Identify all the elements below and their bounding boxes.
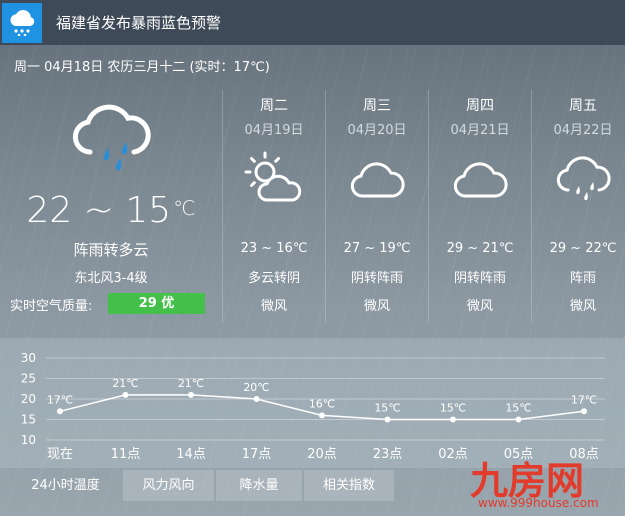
data-point (122, 391, 129, 398)
forecast-day[interactable]: 周四 04月21日 29 ~ 21℃ 阴转阵雨 微风 (428, 90, 531, 322)
x-tick-label: 23点 (373, 447, 403, 462)
x-tick-label: 02点 (438, 447, 468, 462)
forecast-day[interactable]: 周三 04月20日 27 ~ 19℃ 阴转阵雨 微风 (325, 90, 428, 322)
forecast-day-date: 04月21日 (450, 123, 510, 138)
forecast-day-date: 04月22日 (553, 123, 613, 138)
today-wind: 东北风3-4级 (74, 271, 148, 286)
data-label: 15℃ (505, 402, 531, 415)
y-tick-label: 20 (21, 392, 36, 406)
cloud-icon (326, 150, 428, 206)
data-label: 21℃ (112, 377, 138, 390)
x-tick-label: 11点 (111, 447, 141, 462)
forecast-day[interactable]: 周二 04月19日 23 ~ 16℃ 多云转阴 微风 (222, 90, 325, 322)
cloud-rain-icon (68, 102, 154, 178)
tab-indices[interactable]: 相关指数 (304, 470, 394, 501)
data-label: 15℃ (374, 402, 400, 415)
data-point (319, 412, 325, 419)
forecast-day-wind: 微风 (260, 299, 287, 314)
forecast-day-wind: 微风 (569, 299, 596, 314)
today-temp-range: 22 ~ 15 (26, 190, 172, 231)
data-label: 15℃ (440, 402, 466, 415)
forecast-day-name: 周五 (569, 98, 597, 114)
watermark-url: www.999house.com (478, 496, 599, 510)
forecast-day-desc: 阴转阵雨 (350, 271, 403, 286)
tab-24h-temperature[interactable]: 24小时温度 (10, 470, 121, 501)
forecast-day-desc: 阵雨 (569, 271, 596, 286)
y-tick-label: 25 (21, 372, 36, 386)
forecast-day[interactable]: 周五 04月22日 29 ~ 22℃ 阵雨 微风 (531, 90, 625, 322)
forecast-day-wind: 微风 (466, 299, 493, 314)
forecast-day-date: 04月20日 (347, 123, 407, 138)
alert-title[interactable]: 福建省发布暴雨蓝色预警 (56, 12, 221, 33)
current-date-line: 周一 04月18日 农历三月十二 (实时：17℃) (14, 60, 270, 75)
data-point (253, 396, 260, 402)
forecast-day-temp: 29 ~ 22℃ (549, 241, 617, 256)
aqi-label: 实时空气质量: (10, 299, 93, 314)
data-label: 20℃ (243, 381, 269, 394)
data-point (384, 416, 391, 423)
temperature-chart: 10 15 20 25 30 17℃ 21℃ 21℃ 20℃ 16℃ 15℃ 15℃ 15℃ 17℃ 现在 1… (21, 351, 605, 462)
x-tick-label: 17点 (242, 447, 272, 462)
forecast-day-desc: 阴转阵雨 (453, 271, 506, 286)
forecast-day-temp: 27 ~ 19℃ (343, 241, 411, 256)
data-point (57, 408, 63, 415)
y-tick-label: 10 (21, 433, 36, 447)
x-tick-label: 20点 (307, 447, 337, 462)
y-tick-label: 30 (21, 351, 36, 365)
forecast-day-name: 周四 (466, 98, 494, 114)
data-label: 16℃ (309, 397, 335, 410)
data-point (188, 391, 194, 398)
forecast-day-date: 04月19日 (244, 123, 304, 138)
chart-tabs: 24小时温度 风力风向 降水量 相关指数 (10, 470, 396, 501)
forecast-day-wind: 微风 (363, 299, 390, 314)
aqi-badge[interactable]: 29 优 (108, 293, 205, 314)
data-label: 17℃ (571, 393, 597, 406)
alert-bar[interactable]: 福建省发布暴雨蓝色预警 (0, 0, 625, 45)
cloud-rain-icon (532, 150, 625, 206)
forecast-day-name: 周三 (363, 98, 391, 114)
data-label: 21℃ (178, 377, 204, 390)
x-tick-label: 14点 (176, 447, 206, 462)
temp-unit: ℃ (173, 196, 196, 220)
data-point (581, 408, 587, 415)
tab-wind[interactable]: 风力风向 (123, 470, 214, 501)
forecast-day-desc: 多云转阴 (247, 271, 300, 286)
x-tick-label: 现在 (47, 447, 73, 462)
today-temperature: 22 ~ 15 ℃ (0, 190, 222, 231)
forecast-day-name: 周二 (260, 98, 288, 114)
data-point (515, 416, 522, 423)
cloud-icon (429, 150, 531, 206)
data-label: 17℃ (47, 393, 73, 406)
rain-cloud-icon (2, 2, 42, 43)
y-tick-label: 15 (21, 413, 36, 427)
partly-sunny-icon (223, 150, 325, 206)
tab-precipitation[interactable]: 降水量 (216, 470, 302, 501)
forecast-day-temp: 29 ~ 21℃ (446, 241, 514, 256)
forecast-day-temp: 23 ~ 16℃ (240, 241, 308, 256)
today-weather-desc: 阵雨转多云 (73, 241, 149, 259)
data-point (450, 416, 456, 423)
